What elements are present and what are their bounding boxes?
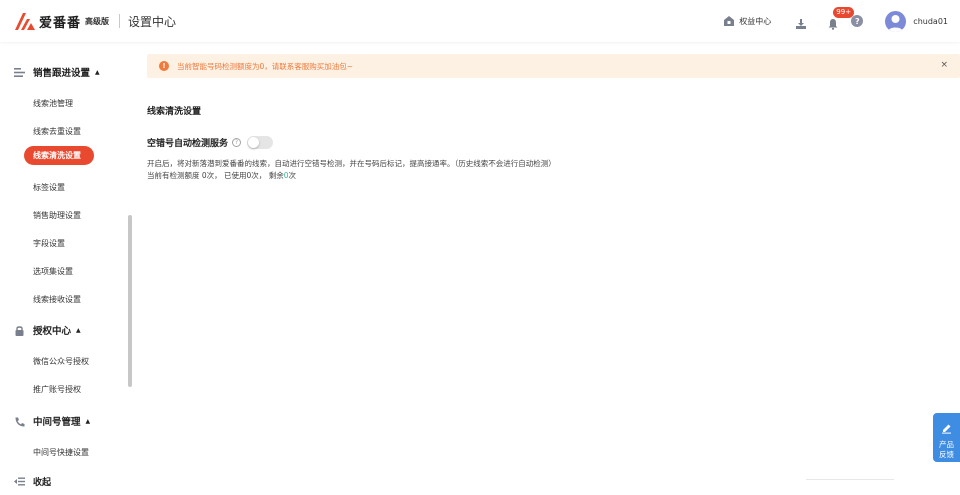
rights-center-link[interactable]: 权益中心 xyxy=(723,15,771,27)
question-icon[interactable]: ? xyxy=(232,138,242,147)
close-icon[interactable]: × xyxy=(940,60,948,70)
pencil-icon xyxy=(941,419,952,438)
brand-tier: 高级版 xyxy=(85,16,110,26)
username[interactable]: chuda01 xyxy=(913,17,948,26)
list-icon xyxy=(14,67,25,78)
header-actions: 权益中心 99+ ? chuda01 xyxy=(723,0,960,42)
service-label: 空错号自动检测服务 xyxy=(147,139,229,149)
sidebar-group-virtual-number[interactable]: 中间号管理 ▲ xyxy=(14,414,90,428)
collapse-sidebar-button[interactable]: 收起 xyxy=(14,475,51,488)
sidebar-item-lead-receive[interactable]: 线索接收设置 xyxy=(33,294,81,305)
sidebar-item-wechat-auth[interactable]: 微信公众号授权 xyxy=(33,356,89,367)
help-icon[interactable]: ? xyxy=(851,15,864,27)
service-setting-row: 空错号自动检测服务 ? xyxy=(147,136,274,149)
sidebar-item-tags[interactable]: 标签设置 xyxy=(33,182,65,193)
sidebar-group-label: 授权中心 xyxy=(33,326,72,337)
sidebar-item-lead-dedup[interactable]: 线索去重设置 xyxy=(33,126,81,137)
feedback-label: 产品反馈 xyxy=(939,440,954,459)
chevron-up-icon: ▲ xyxy=(95,68,100,76)
sidebar-item-fields[interactable]: 字段设置 xyxy=(33,238,65,249)
collapse-label: 收起 xyxy=(33,478,52,488)
service-description: 开启后，将对新落潜到爱番番的线索，自动进行空错号检测，并在号码后标记，提高接通率… xyxy=(147,159,556,168)
alert-text: 当前智能号码检测额度为0，请联系客服购买加油包~ xyxy=(177,61,354,71)
rights-center-label: 权益中心 xyxy=(739,16,772,26)
house-lock-icon xyxy=(723,15,735,27)
sidebar-item-promo-account-auth[interactable]: 推广账号授权 xyxy=(33,384,81,395)
sidebar-item-option-sets[interactable]: 选项集设置 xyxy=(33,266,73,277)
sidebar: 销售跟进设置 ▲ 线索池管理 线索去重设置 线索清洗设置 标签设置 销售助理设置… xyxy=(0,42,134,495)
quota-summary: 当前有检测额度 0次， 已使用0次， 剩余0次 xyxy=(147,170,296,181)
download-icon[interactable] xyxy=(795,15,807,29)
section-title: 线索清洗设置 xyxy=(147,107,202,117)
logo-mark-icon xyxy=(14,11,36,31)
quota-suffix: 次 xyxy=(288,171,296,180)
warning-icon: ! xyxy=(159,61,169,71)
service-toggle[interactable] xyxy=(247,136,274,149)
brand-logo[interactable]: 爱番番 高级版 xyxy=(14,11,109,31)
product-feedback-button[interactable]: 产品反馈 xyxy=(933,413,960,462)
phone-icon xyxy=(14,416,25,427)
top-header: 爱番番 高级版 设置中心 权益中心 99+ ? chuda01 xyxy=(0,0,960,42)
main-content: ! 当前智能号码检测额度为0，请联系客服购买加油包~ × 线索清洗设置 空错号自… xyxy=(134,42,960,495)
quota-alert: ! 当前智能号码检测额度为0，请联系客服购买加油包~ × xyxy=(147,54,960,78)
sidebar-item-lead-cleaning[interactable]: 线索清洗设置 xyxy=(24,146,94,165)
sidebar-group-label: 销售跟进设置 xyxy=(33,68,91,79)
sidebar-group-label: 中间号管理 xyxy=(33,417,81,428)
sidebar-group-auth-center[interactable]: 授权中心 ▲ xyxy=(14,323,81,337)
divider xyxy=(806,479,894,480)
collapse-icon xyxy=(14,476,25,487)
notification-badge: 99+ xyxy=(833,7,855,18)
chevron-up-icon: ▲ xyxy=(76,326,81,334)
avatar[interactable] xyxy=(885,10,907,32)
quota-prefix: 当前有检测额度 0次， 已使用0次， 剩余 xyxy=(147,171,284,180)
notification-bell-icon[interactable]: 99+ xyxy=(827,7,855,30)
sidebar-item-virtual-number-quick[interactable]: 中间号快捷设置 xyxy=(33,447,89,458)
chevron-up-icon: ▲ xyxy=(85,417,91,425)
sidebar-item-lead-pool[interactable]: 线索池管理 xyxy=(33,98,73,109)
sidebar-group-sales-followup[interactable]: 销售跟进设置 ▲ xyxy=(14,65,100,79)
header-divider xyxy=(119,14,121,28)
brand-name: 爱番番 xyxy=(39,15,82,31)
sidebar-item-sales-assistant[interactable]: 销售助理设置 xyxy=(33,210,81,221)
sidebar-scrollbar[interactable] xyxy=(128,215,132,387)
page-title: 设置中心 xyxy=(128,14,177,29)
lock-icon xyxy=(14,325,25,336)
